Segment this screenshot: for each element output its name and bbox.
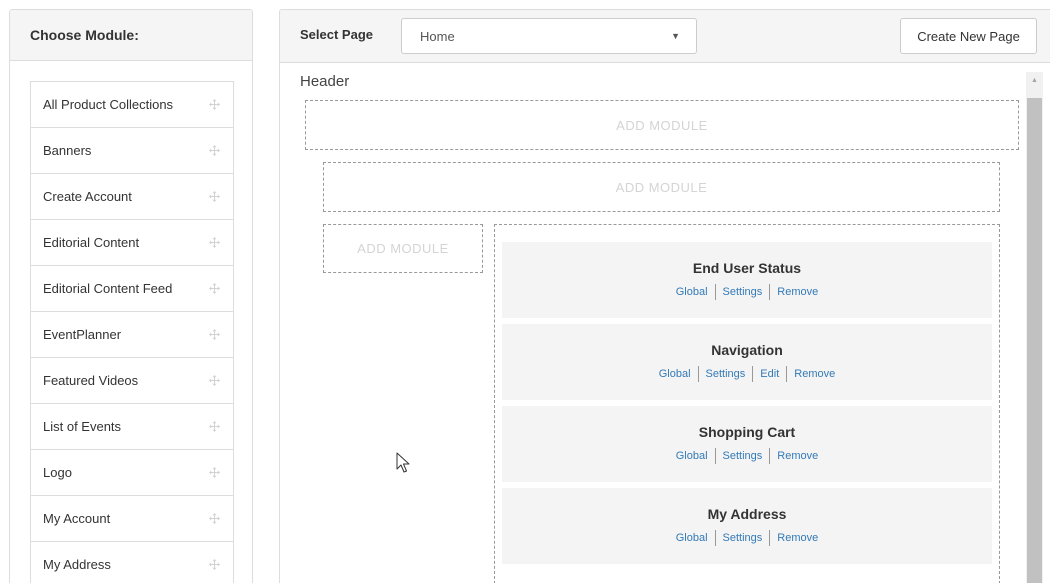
page-layout-panel: Select Page Home ▼ Create New Page Heade… — [279, 9, 1050, 583]
module-item-list-of-events[interactable]: List of Events — [30, 403, 234, 450]
placed-module-title: End User Status — [692, 260, 802, 276]
module-item-my-account[interactable]: My Account — [30, 495, 234, 542]
move-icon[interactable] — [209, 191, 220, 202]
move-icon[interactable] — [209, 145, 220, 156]
move-icon[interactable] — [209, 237, 220, 248]
remove-link[interactable]: Remove — [770, 286, 825, 298]
page-select-value: Home — [420, 28, 455, 44]
module-item-label: My Address — [43, 557, 111, 572]
module-item-label: All Product Collections — [43, 97, 174, 112]
create-new-page-button[interactable]: Create New Page — [900, 18, 1037, 54]
module-actions: Global Settings Remove — [502, 284, 992, 300]
module-actions: Global Settings Remove — [502, 448, 992, 464]
module-item-label: Editorial Content Feed — [43, 281, 173, 296]
module-item-label: Logo — [43, 465, 72, 480]
module-item-eventplanner[interactable]: EventPlanner — [30, 311, 234, 358]
move-icon[interactable] — [209, 421, 220, 432]
placed-module-title: Shopping Cart — [698, 424, 796, 440]
page-toolbar: Select Page Home ▼ Create New Page — [280, 10, 1050, 63]
settings-link[interactable]: Settings — [716, 532, 770, 544]
module-item-label: Create Account — [43, 189, 132, 204]
add-module-zone-row[interactable]: ADD MODULE — [323, 162, 1000, 212]
settings-link[interactable]: Settings — [716, 450, 770, 462]
remove-link[interactable]: Remove — [770, 532, 825, 544]
module-picker-panel: Choose Module: All Product Collections B… — [9, 9, 253, 583]
remove-link[interactable]: Remove — [770, 450, 825, 462]
move-icon[interactable] — [209, 513, 220, 524]
region-title-header: Header — [300, 73, 350, 90]
module-container-zone[interactable]: End User Status Global Settings Remove N… — [494, 224, 1000, 583]
module-item-label: EventPlanner — [43, 327, 122, 342]
add-module-label: ADD MODULE — [357, 241, 449, 256]
scroll-up-arrow-icon[interactable]: ▲ — [1026, 76, 1043, 86]
global-link[interactable]: Global — [669, 532, 715, 544]
settings-link[interactable]: Settings — [699, 368, 753, 380]
module-item-editorial-content-feed[interactable]: Editorial Content Feed — [30, 265, 234, 312]
placed-module-navigation[interactable]: Navigation Global Settings Edit Remove — [502, 324, 992, 400]
vertical-scrollbar[interactable]: ▲ — [1026, 72, 1043, 583]
module-item-featured-videos[interactable]: Featured Videos — [30, 357, 234, 404]
placed-module-shopping-cart[interactable]: Shopping Cart Global Settings Remove — [502, 406, 992, 482]
placed-module-title: Navigation — [711, 342, 783, 358]
move-icon[interactable] — [209, 99, 220, 110]
module-item-label: Featured Videos — [43, 373, 139, 388]
module-list: All Product Collections Banners Create A… — [30, 81, 234, 583]
placed-module-end-user-status[interactable]: End User Status Global Settings Remove — [502, 242, 992, 318]
move-icon[interactable] — [209, 467, 220, 478]
move-icon[interactable] — [209, 329, 220, 340]
add-module-label: ADD MODULE — [616, 117, 708, 133]
placed-module-title: My Address — [707, 506, 787, 522]
mouse-pointer-icon — [396, 452, 410, 473]
add-module-zone-full[interactable]: ADD MODULE — [305, 100, 1019, 150]
move-icon[interactable] — [209, 283, 220, 294]
module-item-label: Editorial Content — [43, 235, 140, 250]
module-item-label: Banners — [43, 143, 92, 158]
module-picker-title: Choose Module: — [30, 27, 139, 43]
module-item-logo[interactable]: Logo — [30, 449, 234, 496]
placed-module-my-address[interactable]: My Address Global Settings Remove — [502, 488, 992, 564]
module-actions: Global Settings Edit Remove — [502, 366, 992, 382]
settings-link[interactable]: Settings — [716, 286, 770, 298]
move-icon[interactable] — [209, 375, 220, 386]
move-icon[interactable] — [209, 559, 220, 570]
global-link[interactable]: Global — [669, 286, 715, 298]
page-select-dropdown[interactable]: Home ▼ — [401, 18, 697, 54]
caret-down-icon: ▼ — [671, 31, 680, 41]
edit-link[interactable]: Edit — [753, 368, 786, 380]
module-actions: Global Settings Remove — [502, 530, 992, 546]
module-item-all-product-collections[interactable]: All Product Collections — [30, 81, 234, 128]
module-item-my-address[interactable]: My Address — [30, 541, 234, 583]
module-item-banners[interactable]: Banners — [30, 127, 234, 174]
module-item-editorial-content[interactable]: Editorial Content — [30, 219, 234, 266]
module-item-create-account[interactable]: Create Account — [30, 173, 234, 220]
add-module-zone-column[interactable]: ADD MODULE — [323, 224, 483, 273]
module-item-label: My Account — [43, 511, 111, 526]
global-link[interactable]: Global — [652, 368, 698, 380]
remove-link[interactable]: Remove — [787, 368, 842, 380]
module-picker-header: Choose Module: — [10, 10, 252, 61]
scrollbar-thumb[interactable] — [1027, 98, 1042, 583]
global-link[interactable]: Global — [669, 450, 715, 462]
module-item-label: List of Events — [43, 419, 122, 434]
select-page-label: Select Page — [300, 27, 373, 42]
add-module-label: ADD MODULE — [615, 179, 708, 195]
